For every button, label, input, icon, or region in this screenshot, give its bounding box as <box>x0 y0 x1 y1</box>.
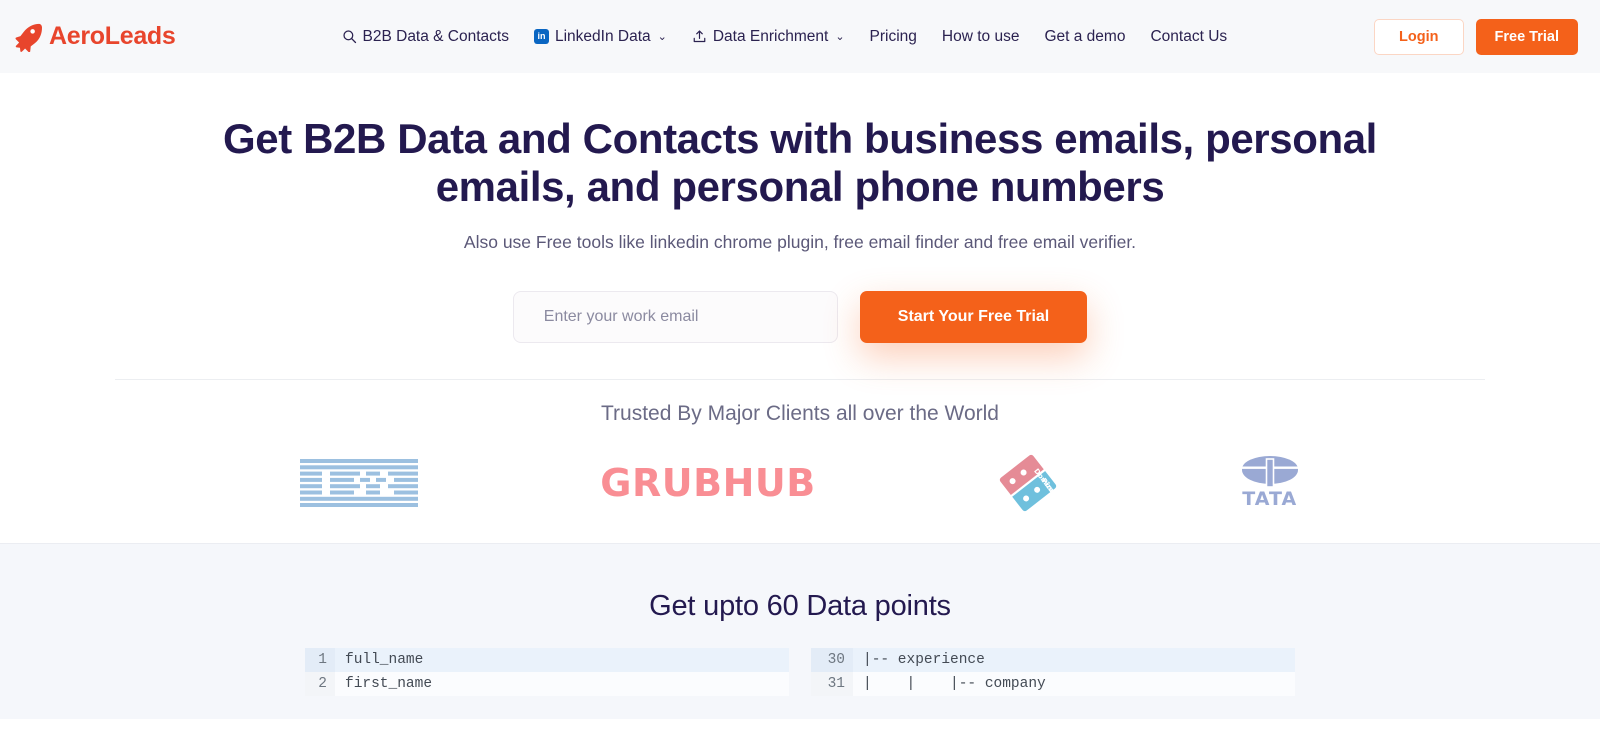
linkedin-icon: in <box>533 29 549 44</box>
nav-links: B2B Data & Contacts in LinkedIn Data ⌄ D… <box>342 27 1227 46</box>
code-text: | | |-- company <box>863 675 1046 692</box>
client-logo-dominos: Domino's Pizza <box>997 452 1058 513</box>
code-line: 1 full_name <box>305 647 789 672</box>
client-logos: GRUBHUB Domino's Pizza TATA <box>0 448 1600 518</box>
client-logo-ibm <box>300 458 419 507</box>
nav-item-b2b-data-contacts[interactable]: B2B Data & Contacts <box>342 28 509 46</box>
code-panel-left: 1 full_name 2 first_name <box>305 647 789 696</box>
section-divider <box>115 378 1485 380</box>
code-text: |-- experience <box>863 651 985 668</box>
brand-name: AeroLeads <box>49 22 176 50</box>
start-free-trial-button[interactable]: Start Your Free Trial <box>859 290 1088 343</box>
nav-item-data-enrichment[interactable]: Data Enrichment ⌄ <box>692 28 845 46</box>
email-field[interactable] <box>512 290 838 343</box>
nav-item-how-to-use[interactable]: How to use <box>942 28 1020 46</box>
line-number: 30 <box>811 647 853 672</box>
chevron-down-icon: ⌄ <box>835 31 845 43</box>
nav-item-label: Contact Us <box>1150 27 1228 45</box>
login-button[interactable]: Login <box>1374 18 1464 55</box>
code-line: 31 | | |-- company <box>811 671 1295 696</box>
nav-item-linkedin-data[interactable]: in LinkedIn Data ⌄ <box>533 27 667 46</box>
rocket-icon <box>12 22 42 52</box>
code-panels: 1 full_name 2 first_name 30 |-- experien… <box>0 647 1600 696</box>
brand-logo[interactable]: AeroLeads <box>12 22 176 52</box>
trusted-clients-title: Trusted By Major Clients all over the Wo… <box>601 401 999 425</box>
nav-item-label: Pricing <box>869 27 917 45</box>
data-points-title: Get upto 60 Data points <box>649 589 951 622</box>
nav-item-contact-us[interactable]: Contact Us <box>1150 28 1227 46</box>
line-number: 2 <box>305 671 335 696</box>
free-trial-button[interactable]: Free Trial <box>1475 18 1578 55</box>
line-number: 1 <box>305 647 335 672</box>
page-title: Get B2B Data and Contacts with business … <box>223 115 1377 210</box>
search-icon <box>342 29 357 44</box>
code-line: 2 first_name <box>305 671 789 696</box>
nav-actions: Login Free Trial <box>1374 18 1578 55</box>
nav-item-pricing[interactable]: Pricing <box>870 28 917 46</box>
code-text: first_name <box>345 675 433 692</box>
grubhub-wordmark: GRUBHUB <box>600 460 816 505</box>
signup-form: Start Your Free Trial <box>0 290 1600 343</box>
hero-section: Get B2B Data and Contacts with business … <box>0 73 1600 518</box>
nav-item-label: Get a demo <box>1044 27 1126 45</box>
top-navbar: AeroLeads B2B Data & Contacts in LinkedI… <box>0 0 1600 73</box>
client-logo-tata: TATA <box>1239 455 1300 511</box>
nav-item-label: Data Enrichment <box>712 27 829 45</box>
nav-item-label: How to use <box>941 27 1020 45</box>
code-panel-right: 30 |-- experience 31 | | |-- company <box>811 647 1295 696</box>
nav-item-get-a-demo[interactable]: Get a demo <box>1044 28 1125 46</box>
client-logo-grubhub: GRUBHUB <box>600 461 815 505</box>
nav-item-label: B2B Data & Contacts <box>362 27 509 45</box>
chevron-down-icon: ⌄ <box>657 31 667 43</box>
code-line: 30 |-- experience <box>811 647 1295 672</box>
tata-wordmark: TATA <box>1242 488 1298 511</box>
data-points-section: Get upto 60 Data points 1 full_name 2 fi… <box>0 542 1600 719</box>
upload-icon <box>692 29 707 44</box>
code-text: full_name <box>345 651 424 668</box>
line-number: 31 <box>811 671 853 696</box>
nav-item-label: LinkedIn Data <box>554 27 651 45</box>
hero-subtitle: Also use Free tools like linkedin chrome… <box>463 231 1137 252</box>
